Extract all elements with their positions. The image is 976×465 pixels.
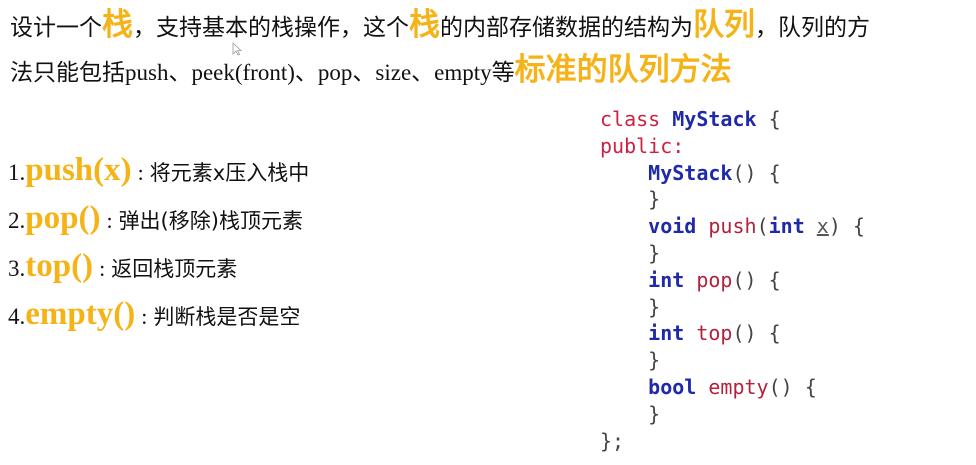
item-number: 1.	[8, 160, 26, 185]
mouse-cursor-icon	[232, 42, 242, 56]
problem-description: 设计一个栈，支持基本的栈操作，这个栈的内部存储数据的结构为队列，队列的方 法只能…	[10, 4, 972, 94]
constructor-name: MyStack	[648, 160, 733, 185]
method-description: 将元素x压入栈中	[149, 161, 310, 185]
highlight-queue: 队列	[693, 7, 755, 43]
code-line-ctor: MyStack() {	[600, 160, 865, 187]
parens: ()	[768, 374, 793, 399]
item-number: 4.	[8, 304, 26, 329]
method-name: top()	[25, 248, 94, 284]
description-line-2: 法只能包括push、peek(front)、pop、size、empty等标准的…	[10, 49, 972, 94]
code-line-empty: bool empty() {	[600, 374, 865, 401]
highlight-stack: 栈	[409, 7, 440, 43]
code-line-public: public:	[600, 133, 865, 160]
param-name: x	[816, 214, 829, 239]
parens: ()	[732, 160, 757, 185]
code-line-close: }	[600, 294, 865, 321]
param-type: int	[768, 214, 805, 239]
code-line-close: }	[600, 240, 865, 267]
text-segment: ，支持基本的栈操作，这个	[133, 15, 409, 41]
method-description: 判断栈是否是空	[153, 305, 301, 329]
text-segment: 设计一个	[10, 15, 102, 41]
code-line-push: void push(int x) {	[648, 214, 865, 239]
function-name: push	[708, 214, 757, 239]
method-description: 弹出(移除)栈顶元素	[118, 209, 303, 233]
method-description: 返回栈顶元素	[111, 257, 238, 281]
brace: }	[648, 240, 661, 265]
text-segment: 法只能包括	[10, 60, 125, 86]
method-name: empty()	[25, 296, 136, 332]
brace: }	[648, 401, 661, 426]
text-segment: ，队列的方	[755, 15, 870, 41]
brace: {	[768, 321, 781, 346]
method-list: 1. push(x) : 将元素x压入栈中 2. pop() : 弹出(移除)栈…	[8, 152, 309, 344]
item-number: 3.	[8, 256, 26, 281]
method-name: pop()	[25, 200, 101, 236]
brace: }	[648, 294, 661, 319]
code-line-close: }	[600, 401, 865, 428]
access-specifier: public:	[600, 133, 685, 158]
description-line-1: 设计一个栈，支持基本的栈操作，这个栈的内部存储数据的结构为队列，队列的方	[10, 4, 972, 49]
highlight-stack: 栈	[102, 7, 133, 43]
parens: ()	[732, 267, 757, 292]
text-segment: 等	[491, 60, 515, 86]
highlight-standard-queue-methods: 标准的队列方法	[514, 52, 732, 88]
keyword: class	[600, 107, 661, 131]
return-type: int	[648, 267, 685, 292]
class-end: };	[600, 428, 625, 453]
code-line-class: class MyStack {	[600, 106, 865, 133]
brace: {	[768, 107, 781, 131]
separator: :	[141, 304, 148, 329]
function-name: top	[696, 321, 733, 346]
brace: }	[648, 348, 661, 373]
separator: :	[137, 160, 144, 185]
method-item-empty: 4. empty() : 判断栈是否是空	[8, 296, 309, 344]
method-item-top: 3. top() : 返回栈顶元素	[8, 248, 309, 296]
return-type: int	[648, 321, 685, 346]
separator: :	[99, 256, 106, 281]
class-name: MyStack	[672, 107, 757, 131]
queue-method-list: push、peek(front)、pop、size、empty	[125, 60, 492, 85]
code-line-close: }	[600, 186, 865, 213]
code-line-close: }	[600, 347, 865, 374]
brace: {	[804, 374, 817, 399]
brace: }	[648, 187, 661, 212]
separator: :	[106, 208, 113, 233]
method-item-pop: 2. pop() : 弹出(移除)栈顶元素	[8, 200, 309, 248]
code-block: class MyStack { public: MyStack() { } vo…	[600, 106, 865, 454]
return-type: bool	[648, 374, 697, 399]
method-name: push(x)	[25, 152, 132, 188]
method-item-push: 1. push(x) : 将元素x压入栈中	[8, 152, 309, 200]
code-line-top: int top() {	[600, 320, 865, 347]
function-name: pop	[696, 267, 733, 292]
parens: ()	[732, 321, 757, 346]
brace: {	[852, 214, 865, 239]
return-type: void	[648, 214, 697, 239]
brace: {	[768, 267, 781, 292]
code-line-pop: int pop() {	[600, 267, 865, 294]
brace: {	[768, 160, 781, 185]
text-segment: 的内部存储数据的结构为	[440, 15, 693, 41]
function-name: empty	[708, 374, 769, 399]
item-number: 2.	[8, 208, 26, 233]
code-line-end: };	[600, 428, 865, 455]
